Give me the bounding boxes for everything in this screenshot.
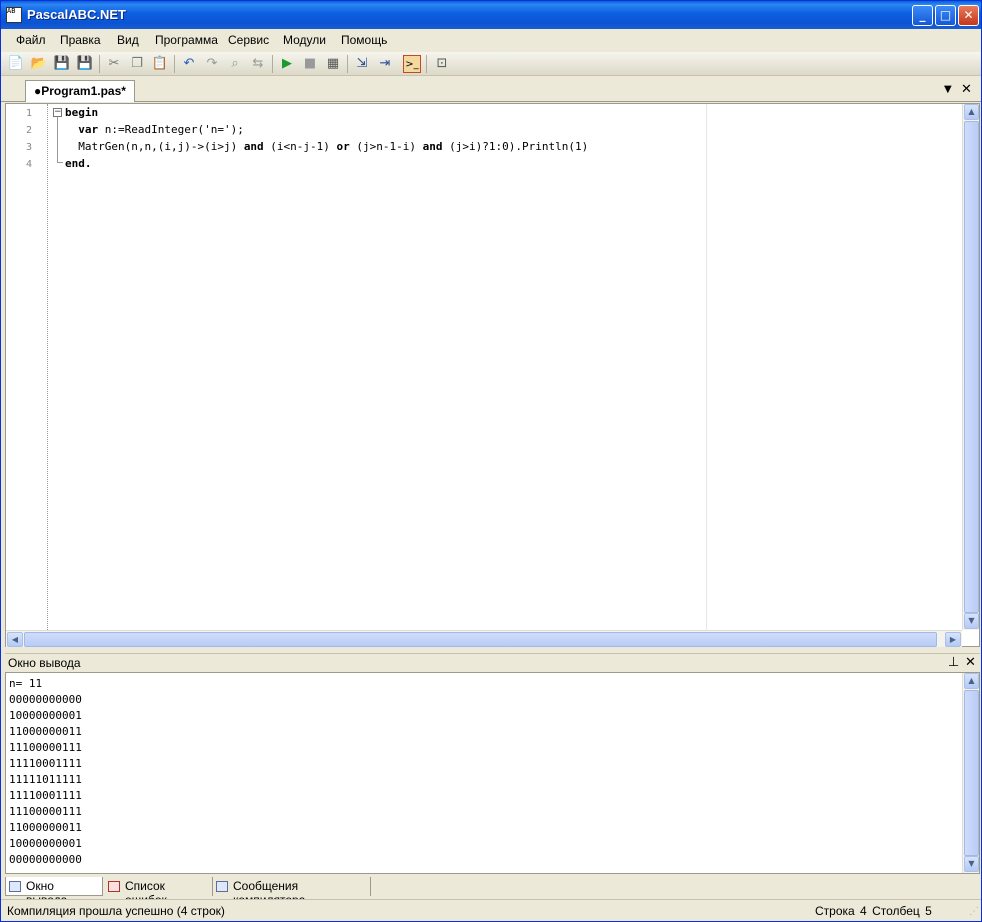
scroll-up-icon[interactable]: ▲ (964, 104, 979, 120)
line-number: 1 (26, 108, 33, 119)
output-vertical-scrollbar[interactable]: ▲ ▼ (962, 673, 979, 873)
cursor-position: Строка 4 Столбец 5 (815, 904, 932, 918)
scroll-thumb[interactable] (964, 690, 979, 856)
output-window-icon[interactable]: >_ (403, 55, 421, 73)
scroll-left-icon[interactable]: ◀ (7, 632, 23, 647)
scroll-up-icon[interactable]: ▲ (964, 673, 979, 689)
save-icon[interactable]: 💾 (53, 55, 71, 73)
tab-error-list[interactable]: Список ошибок (105, 877, 213, 907)
toolbar-separator (99, 55, 100, 73)
output-text: n= 11 00000000000 10000000001 1100000001… (9, 677, 82, 866)
tab-program1[interactable]: ●Program1.pas* (25, 80, 135, 102)
paste-icon[interactable]: 📋 (151, 55, 169, 73)
menu-view[interactable]: Вид (117, 33, 139, 47)
menu-file[interactable]: Файл (16, 33, 46, 47)
editor-vertical-scrollbar[interactable]: ▲ ▼ (962, 104, 979, 630)
line-number: 4 (26, 159, 33, 170)
step-into-icon[interactable]: ⇲ (353, 55, 371, 73)
close-button[interactable]: ✕ (958, 5, 979, 26)
close-panel-icon[interactable]: ✕ (965, 655, 976, 670)
undo-icon[interactable]: ↶ (180, 55, 198, 73)
cut-icon[interactable]: ✂ (105, 55, 123, 73)
toolbar-separator (174, 55, 175, 73)
document-tab-strip: ●Program1.pas* ▼ ✕ (1, 78, 981, 102)
code-line-3: MatrGen(n,n,(i,j)->(i>j) and (i<n-j-1) o… (65, 140, 589, 153)
run-icon[interactable]: ▶ (278, 55, 296, 73)
scroll-down-icon[interactable]: ▼ (964, 613, 979, 629)
status-bar: Компиляция прошла успешно (4 строк) Стро… (1, 899, 981, 921)
bottom-panel-tabs: Окно вывода Список ошибок Сообщения комп… (5, 875, 980, 907)
editor-horizontal-scrollbar[interactable]: ◀ ▶ (6, 630, 962, 647)
toolbar-separator (272, 55, 273, 73)
menu-edit[interactable]: Правка (60, 33, 101, 47)
stop-icon[interactable]: ■ (301, 55, 319, 73)
scroll-thumb[interactable] (24, 632, 937, 647)
title-bar[interactable]: AB PascalABC.NET _ □ ✕ (1, 1, 981, 29)
error-list-icon (108, 881, 120, 892)
code-editor[interactable]: 1 2 3 4 − begin var n:=ReadInteger('n=')… (5, 103, 980, 647)
scroll-right-icon[interactable]: ▶ (945, 632, 961, 647)
tab-list-icon[interactable]: ▼ (944, 84, 952, 95)
tab-output-window[interactable]: Окно вывода (5, 877, 103, 907)
output-window[interactable]: n= 11 00000000000 10000000001 1100000001… (5, 672, 980, 874)
fold-toggle-icon[interactable]: − (53, 108, 62, 117)
toolbar: 📄 📂 💾 💾 ✂ ❐ 📋 ↶ ↷ ⌕ ⇆ ▶ ■ ▦ ⇲ ⇥ >_ ⊡ (1, 52, 981, 76)
close-tab-icon[interactable]: ✕ (961, 82, 972, 97)
code-line-4: end. (65, 157, 92, 170)
fold-end (57, 162, 63, 163)
main-window: AB PascalABC.NET _ □ ✕ Файл Правка Вид П… (0, 0, 982, 922)
new-file-icon[interactable]: 📄 (7, 55, 25, 73)
redo-icon[interactable]: ↷ (203, 55, 221, 73)
toolbar-separator (426, 55, 427, 73)
open-file-icon[interactable]: 📂 (30, 55, 48, 73)
app-icon: AB (6, 7, 22, 23)
pin-icon[interactable]: ⊥ (948, 655, 959, 670)
minimize-button[interactable]: _ (912, 5, 933, 26)
menu-modules[interactable]: Модули (283, 33, 326, 47)
compile-icon[interactable]: ▦ (324, 55, 342, 73)
compiler-messages-icon (216, 881, 228, 892)
step-over-icon[interactable]: ⇥ (376, 55, 394, 73)
toolbar-separator (347, 55, 348, 73)
find-icon[interactable]: ⌕ (226, 55, 244, 73)
replace-icon[interactable]: ⇆ (249, 55, 267, 73)
save-all-icon[interactable]: 💾 (76, 55, 94, 73)
scroll-thumb[interactable] (964, 121, 979, 613)
right-margin-line (706, 104, 707, 630)
resize-grip-icon[interactable]: ⋰ (969, 906, 979, 917)
output-panel-header: Окно вывода ⊥ ✕ (5, 653, 980, 671)
menu-bar: Файл Правка Вид Программа Сервис Модули … (1, 29, 981, 51)
menu-program[interactable]: Программа (155, 33, 218, 47)
code-line-1: begin (65, 106, 99, 119)
menu-service[interactable]: Сервис (228, 33, 269, 47)
window-title: PascalABC.NET (27, 7, 126, 22)
output-window-icon (9, 881, 21, 892)
fold-line (57, 117, 58, 163)
output-panel-title: Окно вывода (8, 656, 81, 670)
status-message: Компиляция прошла успешно (4 строк) (7, 904, 225, 918)
line-number: 2 (26, 125, 33, 136)
maximize-button[interactable]: □ (935, 5, 956, 26)
tab-compiler-messages[interactable]: Сообщения компилятора (213, 877, 371, 907)
code-line-2: var n:=ReadInteger('n='); (65, 123, 244, 136)
copy-icon[interactable]: ❐ (128, 55, 146, 73)
line-number-gutter: 1 2 3 4 (6, 104, 48, 630)
line-number: 3 (26, 142, 33, 153)
scroll-down-icon[interactable]: ▼ (964, 856, 979, 872)
breakpoint-icon[interactable]: ⊡ (433, 55, 451, 73)
menu-help[interactable]: Помощь (341, 33, 387, 47)
